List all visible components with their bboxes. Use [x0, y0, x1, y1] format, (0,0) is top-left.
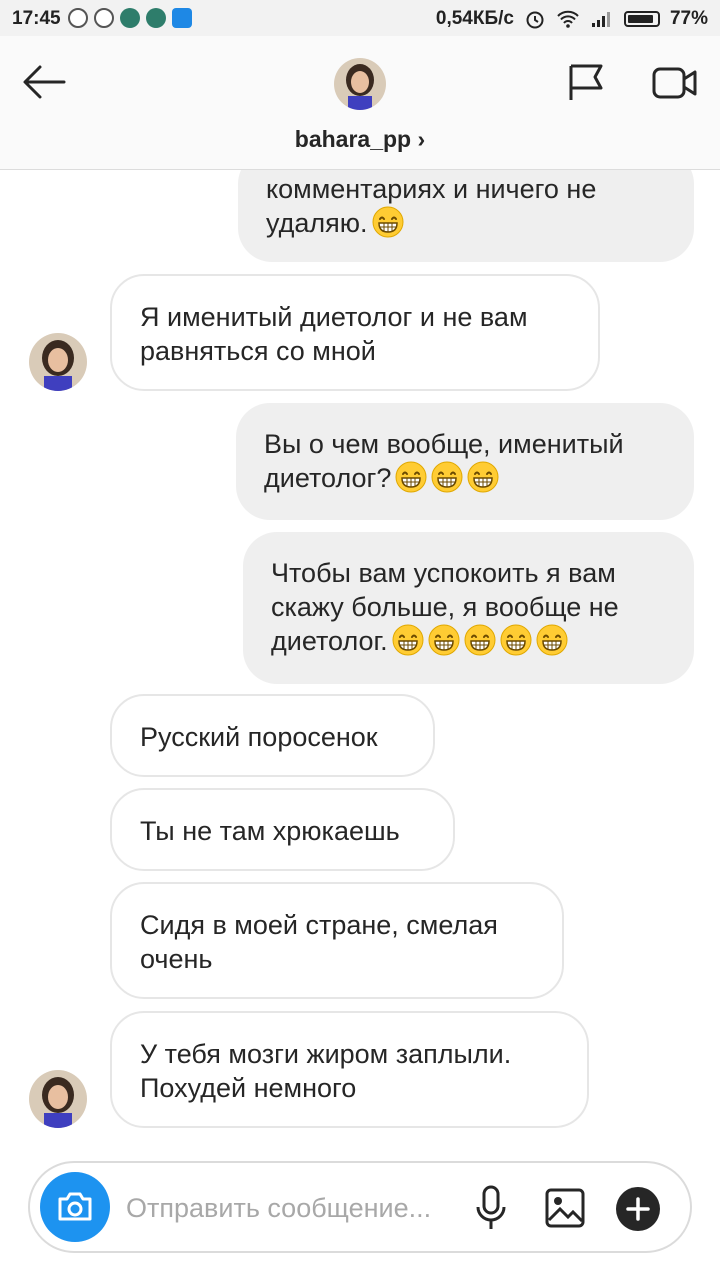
message-incoming[interactable]: Русский поросенок	[110, 694, 435, 777]
message-text: Русский поросенок	[140, 722, 378, 752]
message-text: Ты не там хрюкаешь	[140, 816, 400, 846]
battery-percent: 77%	[669, 8, 708, 29]
alarm-icon	[526, 11, 544, 29]
grinning-emoji-icons	[391, 461, 499, 493]
wifi-icon	[557, 10, 579, 28]
signal-icon	[591, 12, 610, 27]
video-camera-icon[interactable]	[652, 64, 698, 102]
message-incoming[interactable]: Сидя в моей стране, смелая очень	[110, 882, 564, 999]
grinning-emoji-icon	[368, 206, 404, 238]
camera-button[interactable]	[40, 1172, 110, 1242]
status-bar: 17:45 0,54КБ/с 77%	[0, 0, 720, 36]
header-avatar[interactable]	[334, 58, 386, 110]
imo-icon	[68, 8, 88, 28]
sender-avatar[interactable]	[29, 1070, 87, 1128]
message-outgoing[interactable]: комментариях и ничего не удаляю.	[238, 170, 694, 262]
imo-icon	[94, 8, 114, 28]
notification-icons	[68, 8, 192, 28]
chevron-right-icon: ›	[417, 126, 426, 152]
message-incoming[interactable]: У тебя мозги жиром заплыли. Похудей немн…	[110, 1011, 589, 1128]
grinning-emoji-icons	[388, 624, 568, 656]
plus-button[interactable]	[616, 1187, 660, 1231]
message-incoming[interactable]: Я именитый диетолог и не вам равняться с…	[110, 274, 600, 391]
network-speed: 0,54КБ/с	[435, 8, 514, 29]
header-username-row[interactable]: bahara_pp ›	[0, 126, 720, 153]
message-text: комментариях и ничего не удаляю.	[266, 174, 597, 238]
plus-icon	[626, 1197, 650, 1221]
message-outgoing[interactable]: Вы о чем вообще, именитый диетолог?	[236, 403, 694, 520]
header-username: bahara_pp	[294, 126, 412, 152]
sender-avatar[interactable]	[29, 333, 87, 391]
app-icon	[146, 8, 166, 28]
arrow-left-icon[interactable]	[22, 64, 66, 100]
message-outgoing[interactable]: Чтобы вам успокоить я вам скажу больше, …	[243, 532, 694, 684]
status-right: 0,54КБ/с 77%	[436, 8, 708, 30]
microphone-icon[interactable]	[474, 1185, 508, 1231]
message-list[interactable]: комментариях и ничего не удаляю. Я имени…	[0, 170, 720, 1145]
message-text: Я именитый диетолог и не вам равняться с…	[140, 302, 528, 366]
flag-icon[interactable]	[566, 62, 606, 102]
message-text: У тебя мозги жиром заплыли. Похудей немн…	[140, 1039, 512, 1103]
battery-icon	[623, 11, 660, 27]
message-composer: Отправить сообщение...	[28, 1161, 692, 1253]
app-icon	[120, 8, 140, 28]
app-icon	[172, 8, 192, 28]
chat-header: bahara_pp ›	[0, 36, 720, 170]
status-time: 17:45	[12, 8, 61, 29]
message-text: Сидя в моей стране, смелая очень	[140, 910, 498, 974]
message-input[interactable]: Отправить сообщение...	[126, 1193, 431, 1224]
image-icon[interactable]	[544, 1187, 586, 1229]
camera-icon	[58, 1192, 92, 1221]
message-incoming[interactable]: Ты не там хрюкаешь	[110, 788, 455, 871]
